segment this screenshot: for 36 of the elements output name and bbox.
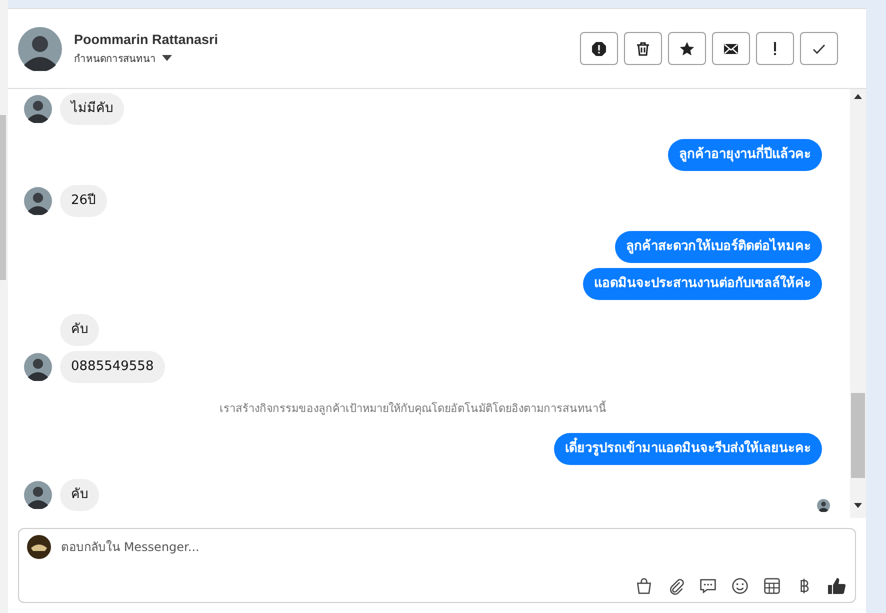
message-bubble: คับ [60,314,99,346]
done-button[interactable] [800,32,838,65]
message-bubble: คับ [60,479,99,511]
message-bubble: เดี๋ยวรูปรถเข้ามาแอดมินจะรีบส่งให้เลยนะคะ [554,433,822,465]
table-icon[interactable] [763,577,781,595]
spam-button[interactable] [580,32,618,65]
avatar-icon [18,26,62,70]
message-bubble: แอดมินจะประสานงานต่อกับเซลล์ให้ค่ะ [583,268,822,300]
system-notice: เราสร้างกิจกรรมของลูกค้าเป้าหมายให้กับคุณโดยอัตโนมัติโดยอิงตามการสนทนานี้ [220,400,606,417]
exclamation-button[interactable] [756,32,794,65]
contact-name: Poommarin Rattanasri [74,32,218,46]
emoji-icon[interactable] [731,577,749,595]
message-bubble: ไม่มีคับ [60,93,124,125]
seen-avatar-icon [817,499,830,512]
caret-icon [162,55,172,61]
paperclip-icon[interactable] [667,577,685,595]
thumbs-up-icon[interactable] [827,576,847,596]
star-button[interactable] [668,32,706,65]
message-bubble: 26ปี [60,185,107,217]
alert-icon [591,40,607,56]
conversation-dropdown[interactable]: กำหนดการสนทนา [74,50,218,66]
scroll-thumb[interactable] [851,393,865,478]
shopping-bag-icon[interactable] [635,577,653,595]
scroll-up-icon[interactable] [854,94,862,99]
chat-icon[interactable] [699,577,717,595]
message-bubble: 0885549558 [60,351,165,383]
message-bubble: ลูกค้าสะดวกให้เบอร์ติดต่อไหมคะ [615,231,822,263]
star-icon [679,40,695,56]
reply-box[interactable]: ตอบกลับใน Messenger... [18,528,856,603]
scroll-down-icon[interactable] [854,503,862,508]
trash-icon [635,40,651,56]
scrollbar[interactable] [850,89,866,518]
mail-button[interactable] [712,32,750,65]
delete-button[interactable] [624,32,662,65]
message-bubble: ลูกค้าอายุงานกี่ปีแล้วคะ [668,139,822,171]
page-avatar-icon [27,535,51,559]
